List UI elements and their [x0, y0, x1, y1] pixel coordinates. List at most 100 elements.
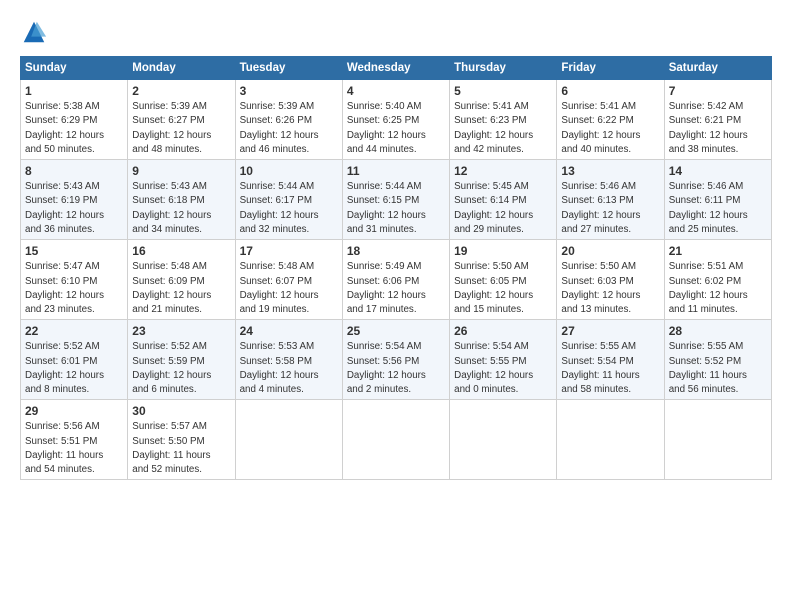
day-number: 4	[347, 83, 445, 99]
day-info: Daylight: 11 hours	[669, 370, 747, 381]
day-info: and 19 minutes.	[240, 304, 310, 315]
day-info: Daylight: 12 hours	[347, 210, 426, 221]
day-info: Daylight: 12 hours	[25, 210, 104, 221]
day-info: Daylight: 12 hours	[561, 210, 640, 221]
day-number: 29	[25, 403, 123, 419]
day-info: Sunset: 6:27 PM	[132, 115, 204, 126]
calendar-table: SundayMondayTuesdayWednesdayThursdayFrid…	[20, 56, 772, 480]
day-info: Sunset: 5:59 PM	[132, 356, 204, 367]
day-cell: 8 Sunrise: 5:43 AM Sunset: 6:19 PM Daylight…	[21, 160, 128, 240]
day-number: 27	[561, 323, 659, 339]
header-row: SundayMondayTuesdayWednesdayThursdayFrid…	[21, 57, 772, 80]
day-info: Sunset: 6:07 PM	[240, 276, 312, 287]
day-cell: 20Sunrise: 5:50 AMSunset: 6:03 PMDayligh…	[557, 240, 664, 320]
day-info: Sunrise: 5:42 AM	[669, 101, 744, 112]
day-cell	[664, 400, 771, 480]
day-info: Sunrise: 5:49 AM	[347, 261, 422, 272]
day-info: and 34 minutes.	[132, 224, 202, 235]
header-cell-sunday: Sunday	[21, 57, 128, 80]
day-cell: 4Sunrise: 5:40 AMSunset: 6:25 PMDaylight…	[342, 80, 449, 160]
week-row-2: 8 Sunrise: 5:43 AM Sunset: 6:19 PM Daylight…	[21, 160, 772, 240]
day-number: 3	[240, 83, 338, 99]
day-number: 8	[25, 163, 123, 179]
day-info: and 40 minutes.	[561, 144, 631, 155]
day-cell	[450, 400, 557, 480]
day-info: Sunset: 6:19 PM	[25, 195, 97, 206]
day-info: Daylight: 12 hours	[347, 130, 426, 141]
day-info: Sunset: 6:29 PM	[25, 115, 97, 126]
day-cell: 24Sunrise: 5:53 AMSunset: 5:58 PMDayligh…	[235, 320, 342, 400]
day-info: Sunset: 6:15 PM	[347, 195, 419, 206]
day-number: 14	[669, 163, 767, 179]
day-number: 15	[25, 243, 123, 259]
day-number: 1	[25, 83, 123, 99]
day-info: and 38 minutes.	[669, 144, 739, 155]
day-info: Sunset: 5:54 PM	[561, 356, 633, 367]
day-info: Sunset: 6:26 PM	[240, 115, 312, 126]
day-number: 19	[454, 243, 552, 259]
day-info: Sunset: 5:56 PM	[347, 356, 419, 367]
header-cell-monday: Monday	[128, 57, 235, 80]
day-info: Sunrise: 5:57 AM	[132, 421, 207, 432]
day-info: Daylight: 12 hours	[347, 290, 426, 301]
day-info: Daylight: 12 hours	[561, 290, 640, 301]
day-info: Daylight: 12 hours	[669, 290, 748, 301]
day-info: Sunrise: 5:39 AM	[132, 101, 207, 112]
day-cell: 18Sunrise: 5:49 AMSunset: 6:06 PMDayligh…	[342, 240, 449, 320]
day-info: and 29 minutes.	[454, 224, 524, 235]
day-info: and 4 minutes.	[240, 384, 304, 395]
day-info: and 42 minutes.	[454, 144, 524, 155]
day-info: Sunset: 6:02 PM	[669, 276, 741, 287]
day-number: 21	[669, 243, 767, 259]
day-cell: 7Sunrise: 5:42 AMSunset: 6:21 PMDaylight…	[664, 80, 771, 160]
day-info: Sunrise: 5:55 AM	[669, 341, 744, 352]
day-number: 26	[454, 323, 552, 339]
day-number: 16	[132, 243, 230, 259]
header-cell-tuesday: Tuesday	[235, 57, 342, 80]
day-number: 30	[132, 403, 230, 419]
day-number: 24	[240, 323, 338, 339]
day-info: Sunrise: 5:43 AM	[25, 181, 100, 192]
day-info: and 15 minutes.	[454, 304, 524, 315]
day-cell	[557, 400, 664, 480]
day-info: and 25 minutes.	[669, 224, 739, 235]
day-number: 12	[454, 163, 552, 179]
day-info: and 56 minutes.	[669, 384, 739, 395]
day-info: Daylight: 12 hours	[240, 130, 319, 141]
day-info: Daylight: 12 hours	[25, 130, 104, 141]
day-info: Sunrise: 5:45 AM	[454, 181, 529, 192]
day-info: Sunset: 5:50 PM	[132, 436, 204, 447]
day-info: Sunrise: 5:50 AM	[454, 261, 529, 272]
day-info: Sunset: 6:10 PM	[25, 276, 97, 287]
day-info: Sunrise: 5:41 AM	[454, 101, 529, 112]
day-info: Sunset: 6:01 PM	[25, 356, 97, 367]
day-cell: 14Sunrise: 5:46 AMSunset: 6:11 PMDayligh…	[664, 160, 771, 240]
day-info: Daylight: 12 hours	[240, 210, 319, 221]
day-info: and 46 minutes.	[240, 144, 310, 155]
day-info: Sunrise: 5:46 AM	[669, 181, 744, 192]
day-number: 6	[561, 83, 659, 99]
day-cell: 10Sunrise: 5:44 AMSunset: 6:17 PMDayligh…	[235, 160, 342, 240]
day-info: Daylight: 12 hours	[347, 370, 426, 381]
day-info: Daylight: 12 hours	[25, 290, 104, 301]
day-info: Daylight: 12 hours	[669, 210, 748, 221]
day-cell: 28Sunrise: 5:55 AMSunset: 5:52 PMDayligh…	[664, 320, 771, 400]
day-number: 11	[347, 163, 445, 179]
day-info: and 50 minutes.	[25, 144, 95, 155]
day-info: Sunset: 5:58 PM	[240, 356, 312, 367]
day-info: Sunrise: 5:48 AM	[132, 261, 207, 272]
day-cell: 29Sunrise: 5:56 AMSunset: 5:51 PMDayligh…	[21, 400, 128, 480]
day-info: Sunset: 6:13 PM	[561, 195, 633, 206]
logo	[20, 18, 52, 46]
day-info: Sunset: 6:05 PM	[454, 276, 526, 287]
day-info: Daylight: 12 hours	[561, 130, 640, 141]
week-row-3: 15Sunrise: 5:47 AMSunset: 6:10 PMDayligh…	[21, 240, 772, 320]
header-cell-wednesday: Wednesday	[342, 57, 449, 80]
day-cell: 25Sunrise: 5:54 AMSunset: 5:56 PMDayligh…	[342, 320, 449, 400]
day-number: 10	[240, 163, 338, 179]
header-cell-friday: Friday	[557, 57, 664, 80]
day-cell: 6Sunrise: 5:41 AMSunset: 6:22 PMDaylight…	[557, 80, 664, 160]
day-cell: 30Sunrise: 5:57 AMSunset: 5:50 PMDayligh…	[128, 400, 235, 480]
day-info: and 2 minutes.	[347, 384, 411, 395]
day-info: Sunrise: 5:50 AM	[561, 261, 636, 272]
